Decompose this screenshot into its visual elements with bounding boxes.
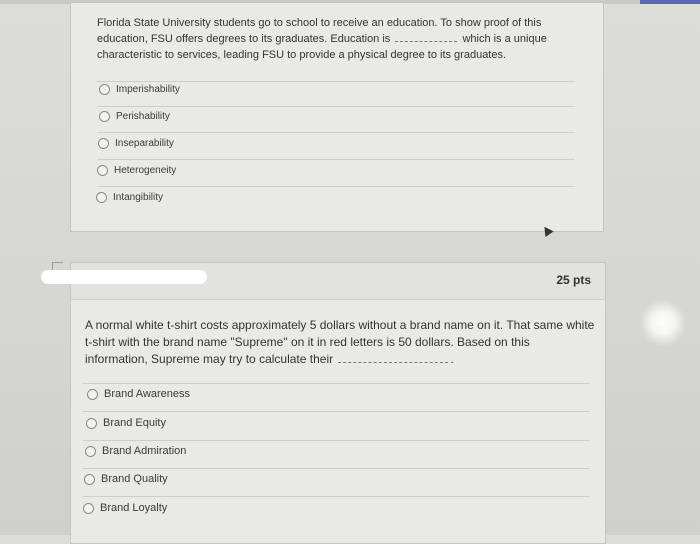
- option-label: Imperishability: [116, 83, 180, 95]
- option-label: Intangibility: [113, 191, 164, 203]
- divider: [97, 106, 575, 107]
- option-label: Brand Admiration: [102, 445, 187, 457]
- question-1-blank: [395, 31, 458, 42]
- radio-button[interactable]: [87, 388, 98, 400]
- screen-glare: [640, 300, 686, 346]
- divider: [83, 411, 589, 412]
- question-2-text: A normal white t-shirt costs approximate…: [85, 317, 595, 368]
- top-bar-accent: [640, 0, 700, 4]
- question-card-2: 25 pts A normal white t-shirt costs appr…: [41, 262, 606, 544]
- option-brand-loyalty[interactable]: Brand Loyalty: [83, 500, 167, 516]
- radio-button[interactable]: [84, 473, 95, 485]
- divider: [83, 440, 589, 441]
- radio-button[interactable]: [85, 445, 96, 457]
- radio-button[interactable]: [86, 417, 97, 429]
- option-label: Brand Equity: [103, 417, 166, 429]
- option-brand-awareness[interactable]: Brand Awareness: [87, 386, 190, 402]
- option-brand-equity[interactable]: Brand Equity: [86, 415, 166, 431]
- radio-button[interactable]: [99, 83, 110, 95]
- divider: [97, 132, 575, 133]
- option-label: Brand Awareness: [104, 388, 191, 400]
- redaction-bar: [41, 270, 207, 284]
- points-label: 25 pts: [556, 273, 591, 287]
- option-label: Heterogeneity: [114, 164, 177, 176]
- option-label: Inseparability: [115, 137, 174, 149]
- divider: [97, 159, 575, 160]
- option-imperishability[interactable]: Imperishability: [99, 81, 180, 97]
- option-heterogeneity[interactable]: Heterogeneity: [97, 162, 176, 178]
- option-intangibility[interactable]: Intangibility: [96, 189, 163, 205]
- option-label: Brand Loyalty: [100, 502, 168, 514]
- divider: [97, 186, 575, 187]
- question-header: 25 pts: [41, 263, 605, 300]
- divider: [83, 383, 589, 384]
- divider: [83, 496, 589, 497]
- option-brand-admiration[interactable]: Brand Admiration: [85, 443, 186, 459]
- question-card-1: Florida State University students go to …: [70, 2, 604, 232]
- divider: [83, 468, 589, 469]
- radio-button[interactable]: [98, 137, 109, 149]
- option-inseparability[interactable]: Inseparability: [98, 135, 174, 151]
- option-brand-quality[interactable]: Brand Quality: [84, 471, 168, 487]
- question-1-text: Florida State University students go to …: [97, 15, 577, 63]
- option-label: Brand Quality: [101, 473, 168, 485]
- question-2-text-end: .: [450, 352, 454, 366]
- radio-button[interactable]: [97, 164, 108, 176]
- radio-button[interactable]: [83, 502, 94, 514]
- question-2-blank: [338, 352, 449, 363]
- radio-button[interactable]: [99, 110, 110, 122]
- radio-button[interactable]: [96, 191, 107, 203]
- option-perishability[interactable]: Perishability: [99, 108, 170, 124]
- option-label: Perishability: [116, 110, 170, 122]
